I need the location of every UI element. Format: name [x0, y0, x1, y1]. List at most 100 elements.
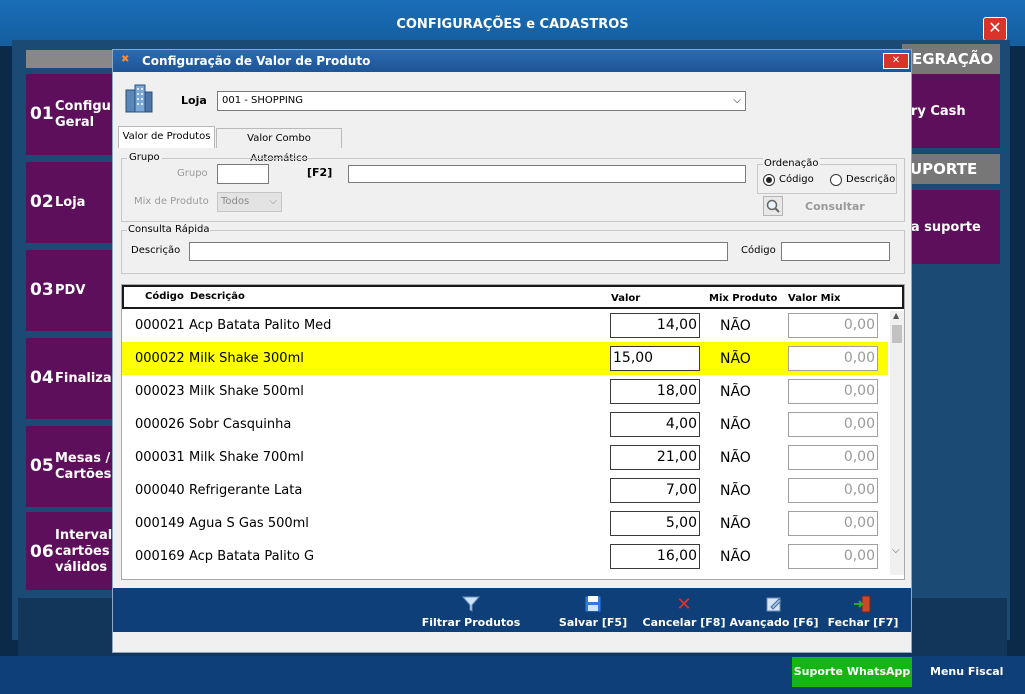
close-button[interactable]: Fechar [F7]	[823, 594, 903, 634]
row-descricao: Milk Shake 500ml	[189, 384, 304, 399]
filter-products-button[interactable]: Filtrar Produtos	[419, 594, 523, 634]
funnel-icon	[419, 594, 523, 616]
table-row[interactable]: 000031 Milk Shake 700ml 21,00 NÃO 0,00	[122, 441, 888, 474]
row-valor-mix-input[interactable]: 0,00	[788, 346, 878, 371]
table-row[interactable]: 000149 Agua S Gas 500ml 5,00 NÃO 0,00	[122, 507, 888, 540]
column-header-valor[interactable]: Valor	[611, 293, 640, 304]
row-valor-mix-input[interactable]: 0,00	[788, 511, 878, 536]
row-valor-mix-input[interactable]: 0,00	[788, 412, 878, 437]
sort-descricao-radio[interactable]	[830, 174, 842, 186]
scroll-down-icon[interactable]: ⌵	[892, 545, 900, 556]
row-mix: NÃO	[720, 549, 751, 565]
sidebar-item-number: 03	[30, 280, 54, 300]
scrollbar-thumb[interactable]	[892, 325, 902, 343]
sort-descricao-label: Descrição	[846, 174, 896, 185]
group-description-input[interactable]	[348, 165, 746, 183]
row-descricao: Acp Batata Palito G	[189, 549, 315, 564]
app-icon: ✖	[121, 54, 130, 65]
save-button[interactable]: Salvar [F5]	[553, 594, 633, 634]
chevron-down-icon: ⌵	[269, 196, 277, 207]
column-header-codigo[interactable]: Código	[145, 291, 184, 302]
row-valor-input[interactable]: 16,00	[610, 544, 700, 569]
sidebar-item-mesas-cartoes[interactable]: 05 Mesas / Cartões	[26, 426, 116, 507]
close-label: Fechar [F7]	[827, 616, 899, 629]
row-mix: NÃO	[720, 450, 751, 466]
row-valor-input[interactable]: 15,00	[610, 346, 700, 371]
dialog-close-icon[interactable]: ✕	[883, 53, 909, 69]
row-codigo: 000149	[135, 516, 185, 531]
product-value-dialog: ✖ Configuração de Valor de Produto ✕ Loj…	[112, 49, 912, 653]
sidebar-item-pdv[interactable]: 03 PDV	[26, 250, 116, 331]
row-valor-input[interactable]: 21,00	[610, 445, 700, 470]
tab-valor-produtos[interactable]: Valor de Produtos	[118, 126, 215, 148]
scroll-up-icon[interactable]: ▲	[893, 311, 899, 320]
dialog-title: Configuração de Valor de Produto	[142, 54, 371, 68]
group-code-input[interactable]	[217, 164, 269, 184]
table-row[interactable]: 000040 Refrigerante Lata 7,00 NÃO 0,00	[122, 474, 888, 507]
main-window-close-icon[interactable]: ✕	[983, 17, 1007, 41]
row-mix: NÃO	[720, 351, 751, 367]
integration-header: EGRAÇÃO	[902, 44, 1000, 74]
row-valor-mix-input[interactable]: 0,00	[788, 478, 878, 503]
whatsapp-support-button[interactable]: Suporte WhatsApp	[792, 657, 912, 687]
cancel-button[interactable]: ✕ Cancelar [F8]	[639, 594, 729, 634]
table-row-selected[interactable]: 000022 Milk Shake 300ml 15,00 NÃO 0,00	[122, 342, 888, 375]
sidebar-item-finalizadoras[interactable]: 04 Finalizad	[26, 338, 121, 419]
table-row[interactable]: 000169 Acp Batata Palito G 16,00 NÃO 0,0…	[122, 540, 888, 573]
cancel-label: Cancelar [F8]	[642, 616, 726, 629]
dialog-status-strip	[113, 632, 911, 652]
sidebar-item-loja[interactable]: 02 Loja	[26, 162, 116, 243]
sidebar-item-label: Configur Geral	[55, 99, 118, 130]
top-strip-left	[26, 50, 114, 68]
save-label: Salvar [F5]	[558, 616, 628, 629]
row-valor-mix-input[interactable]: 0,00	[788, 445, 878, 470]
row-valor-mix-input[interactable]: 0,00	[788, 313, 878, 338]
mix-produto-label: Mix de Produto	[134, 196, 209, 207]
row-valor-input[interactable]: 7,00	[610, 478, 700, 503]
integration-item-cash[interactable]: ory Cash	[902, 74, 1000, 148]
quick-search-codigo-input[interactable]	[781, 242, 890, 261]
exit-door-icon	[823, 594, 903, 616]
grid-vertical-scrollbar[interactable]: ▲ ⌵	[890, 311, 904, 575]
consultar-button[interactable]: Consultar	[805, 200, 865, 213]
sidebar-item-number: 01	[30, 104, 54, 124]
sidebar-item-number: 04	[30, 368, 54, 388]
column-header-descricao[interactable]: Descrição	[190, 291, 245, 302]
sort-codigo-radio[interactable]	[763, 174, 775, 186]
sidebar-item-number: 06	[30, 542, 54, 562]
row-valor-mix-input[interactable]: 0,00	[788, 379, 878, 404]
sidebar-item-label: PDV	[55, 283, 86, 298]
support-item-area[interactable]: ea suporte	[902, 190, 1000, 264]
tab-valor-combo[interactable]: Valor Combo Automático	[216, 128, 342, 164]
row-codigo: 000021	[135, 318, 185, 333]
row-valor-input[interactable]: 14,00	[610, 313, 700, 338]
row-valor-input[interactable]: 5,00	[610, 511, 700, 536]
sidebar-item-intervalo-cartoes[interactable]: 06 Intervalo cartões válidos	[26, 512, 121, 590]
row-valor-mix-input[interactable]: 0,00	[788, 544, 878, 569]
row-valor-input[interactable]: 18,00	[610, 379, 700, 404]
row-valor-input[interactable]: 4,00	[610, 412, 700, 437]
dialog-title-bar: ✖ Configuração de Valor de Produto ✕	[113, 50, 911, 72]
column-header-mix-produto[interactable]: Mix Produto	[709, 293, 777, 304]
table-row[interactable]: 000026 Sobr Casquinha 4,00 NÃO 0,00	[122, 408, 888, 441]
mix-produto-value: Todos	[221, 196, 250, 207]
advanced-label: Avançado [F6]	[729, 616, 819, 629]
row-codigo: 000023	[135, 384, 185, 399]
row-descricao: Refrigerante Lata	[189, 483, 303, 498]
column-header-valor-mix[interactable]: Valor Mix	[788, 293, 840, 304]
row-codigo: 000040	[135, 483, 185, 498]
search-magnifier-icon[interactable]	[763, 196, 783, 216]
sidebar-item-configuracao-geral[interactable]: 01 Configur Geral	[26, 74, 118, 155]
row-descricao: Acp Batata Palito Med	[189, 318, 332, 333]
row-descricao: Milk Shake 700ml	[189, 450, 304, 465]
table-row[interactable]: 000023 Milk Shake 500ml 18,00 NÃO 0,00	[122, 375, 888, 408]
support-header-label: UPORTE	[910, 160, 978, 178]
table-row[interactable]: 000021 Acp Batata Palito Med 14,00 NÃO 0…	[122, 309, 888, 342]
quick-search-title: Consulta Rápida	[127, 224, 211, 235]
row-mix: NÃO	[720, 516, 751, 532]
store-select[interactable]: 001 - SHOPPING ⌵	[217, 91, 746, 111]
mix-produto-select[interactable]: Todos ⌵	[217, 192, 282, 212]
advanced-button[interactable]: Avançado [F6]	[729, 594, 819, 634]
quick-search-descricao-input[interactable]	[189, 242, 728, 261]
menu-fiscal-link[interactable]: Menu Fiscal	[930, 657, 1003, 687]
